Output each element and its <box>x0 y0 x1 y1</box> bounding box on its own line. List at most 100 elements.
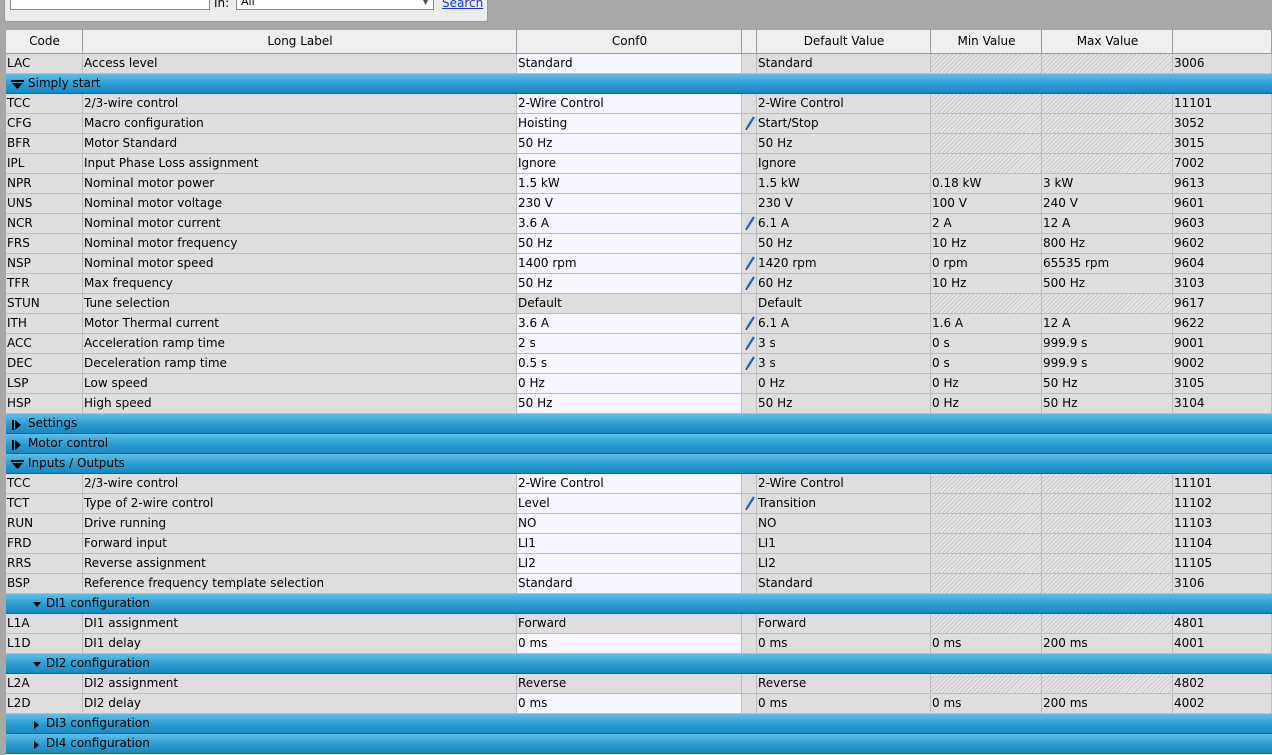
parameter-id-cell: 3103 <box>1173 274 1272 294</box>
code-cell: TFR <box>6 274 83 294</box>
long-label-cell: DI1 assignment <box>83 614 517 634</box>
code-cell: L1D <box>6 634 83 654</box>
parameter-id-cell: 9622 <box>1173 314 1272 334</box>
table-row: NSP Nominal motor speed 1400 rpm 1420 rpm 0 … <box>6 254 1272 274</box>
expanded-triangle-icon[interactable] <box>32 659 46 673</box>
conf0-value-cell[interactable]: 50 Hz <box>517 234 742 254</box>
conf0-value-cell[interactable]: Reverse <box>517 674 742 694</box>
section-label: Simply start <box>28 76 101 90</box>
column-header-long-label[interactable]: Long Label <box>83 30 517 54</box>
modified-marker-cell <box>742 214 757 234</box>
long-label-cell: 2/3-wire control <box>83 474 517 494</box>
conf0-value-cell[interactable]: 0.5 s <box>517 354 742 374</box>
conf0-value-cell[interactable]: 2-Wire Control <box>517 94 742 114</box>
toolbar: In: All ▼ Search <box>0 0 1272 29</box>
section-header[interactable]: DI4 configuration <box>6 734 1272 754</box>
conf0-value-cell[interactable]: Forward <box>517 614 742 634</box>
conf0-value-cell[interactable]: 3.6 A <box>517 214 742 234</box>
search-link[interactable]: Search <box>442 0 483 10</box>
parameter-id-cell: 11105 <box>1173 554 1272 574</box>
column-header-code[interactable]: Code <box>6 30 83 54</box>
code-cell: FRS <box>6 234 83 254</box>
conf0-value-cell[interactable]: NO <box>517 514 742 534</box>
conf0-value-cell[interactable]: Level <box>517 494 742 514</box>
conf0-value-cell[interactable]: 3.6 A <box>517 314 742 334</box>
section-header[interactable]: DI1 configuration <box>6 594 1272 614</box>
long-label-cell: Max frequency <box>83 274 517 294</box>
code-cell: CFG <box>6 114 83 134</box>
section-header[interactable]: Settings <box>6 414 1272 434</box>
conf0-value-cell[interactable]: Standard <box>517 54 742 74</box>
code-cell: UNS <box>6 194 83 214</box>
conf0-value-cell[interactable]: LI2 <box>517 554 742 574</box>
long-label-cell: Macro configuration <box>83 114 517 134</box>
max-value-cell <box>1042 574 1173 594</box>
code-cell: NCR <box>6 214 83 234</box>
max-value-cell: 50 Hz <box>1042 374 1173 394</box>
collapsed-triangle-icon[interactable] <box>11 419 25 433</box>
column-header-default-value[interactable]: Default Value <box>757 30 931 54</box>
expanded-triangle-icon[interactable] <box>32 599 46 613</box>
section-label: Inputs / Outputs <box>28 456 125 470</box>
modified-marker-cell <box>742 294 757 314</box>
conf0-value-cell[interactable]: Ignore <box>517 154 742 174</box>
conf0-value-cell[interactable]: LI1 <box>517 534 742 554</box>
parameter-id-cell: 11103 <box>1173 514 1272 534</box>
conf0-value-cell[interactable]: 1.5 kW <box>517 174 742 194</box>
conf0-value-cell[interactable]: 230 V <box>517 194 742 214</box>
column-header-max-value[interactable]: Max Value <box>1042 30 1173 54</box>
conf0-value-cell[interactable]: 50 Hz <box>517 134 742 154</box>
table-row: L2A DI2 assignment Reverse Reverse 4802 <box>6 674 1272 694</box>
max-value-cell <box>1042 114 1173 134</box>
default-value-cell: LI2 <box>757 554 931 574</box>
conf0-value-cell[interactable]: 0 ms <box>517 694 742 714</box>
table-row: FRS Nominal motor frequency 50 Hz 50 Hz 10 H… <box>6 234 1272 254</box>
column-header-min-value[interactable]: Min Value <box>931 30 1042 54</box>
search-input[interactable] <box>10 0 210 10</box>
section-header[interactable]: DI2 configuration <box>6 654 1272 674</box>
section-header[interactable]: Simply start <box>6 74 1272 94</box>
collapsed-triangle-icon[interactable] <box>32 719 46 733</box>
conf0-value-cell[interactable]: 0 Hz <box>517 374 742 394</box>
section-header[interactable]: Inputs / Outputs <box>6 454 1272 474</box>
table-row: RRS Reverse assignment LI2 LI2 11105 <box>6 554 1272 574</box>
long-label-cell: Nominal motor voltage <box>83 194 517 214</box>
table-row: CFG Macro configuration Hoisting Start/Stop… <box>6 114 1272 134</box>
max-value-cell: 800 Hz <box>1042 234 1173 254</box>
table-row: DEC Deceleration ramp time 0.5 s 3 s0 s 999.… <box>6 354 1272 374</box>
long-label-cell: Acceleration ramp time <box>83 334 517 354</box>
conf0-value-cell[interactable]: 1400 rpm <box>517 254 742 274</box>
code-cell: HSP <box>6 394 83 414</box>
min-value-cell <box>931 554 1042 574</box>
conf0-value-cell[interactable]: 2-Wire Control <box>517 474 742 494</box>
section-header[interactable]: DI3 configuration <box>6 714 1272 734</box>
conf0-value-cell[interactable]: 0 ms <box>517 634 742 654</box>
modified-marker-cell <box>742 174 757 194</box>
section-label: DI4 configuration <box>46 736 150 750</box>
default-value-cell: 6.1 A <box>757 214 931 234</box>
default-value-cell: 60 Hz <box>757 274 931 294</box>
expanded-triangle-icon[interactable] <box>11 459 25 473</box>
code-cell: NPR <box>6 174 83 194</box>
max-value-cell: 200 ms <box>1042 694 1173 714</box>
code-cell: RRS <box>6 554 83 574</box>
conf0-value-cell[interactable]: 2 s <box>517 334 742 354</box>
conf0-value-cell[interactable]: 50 Hz <box>517 274 742 294</box>
modified-marker-cell <box>742 534 757 554</box>
conf0-value-cell[interactable]: 50 Hz <box>517 394 742 414</box>
conf0-value-cell[interactable]: Hoisting <box>517 114 742 134</box>
conf0-value-cell[interactable]: Default <box>517 294 742 314</box>
section-header[interactable]: Motor control <box>6 434 1272 454</box>
long-label-cell: Nominal motor speed <box>83 254 517 274</box>
scope-select[interactable]: All ▼ <box>236 0 434 10</box>
long-label-cell: Deceleration ramp time <box>83 354 517 374</box>
column-header-id[interactable] <box>1173 30 1272 54</box>
column-header-conf0[interactable]: Conf0 <box>517 30 742 54</box>
default-value-cell: Transition <box>757 494 931 514</box>
table-row: ITH Motor Thermal current 3.6 A 6.1 A 1.6 A1… <box>6 314 1272 334</box>
collapsed-triangle-icon[interactable] <box>32 739 46 753</box>
column-header-edit[interactable] <box>742 30 757 54</box>
collapsed-triangle-icon[interactable] <box>11 439 25 453</box>
conf0-value-cell[interactable]: Standard <box>517 574 742 594</box>
expanded-triangle-icon[interactable] <box>11 79 25 93</box>
